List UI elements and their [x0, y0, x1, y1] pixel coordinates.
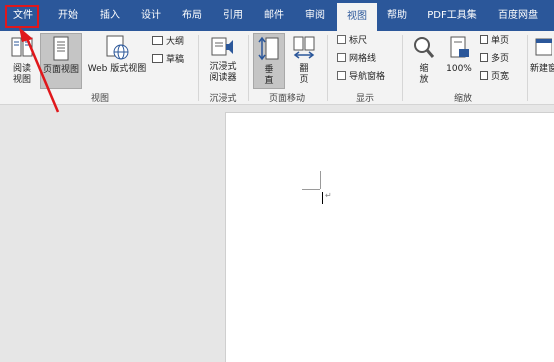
- annotation-arrow-icon: [19, 27, 60, 113]
